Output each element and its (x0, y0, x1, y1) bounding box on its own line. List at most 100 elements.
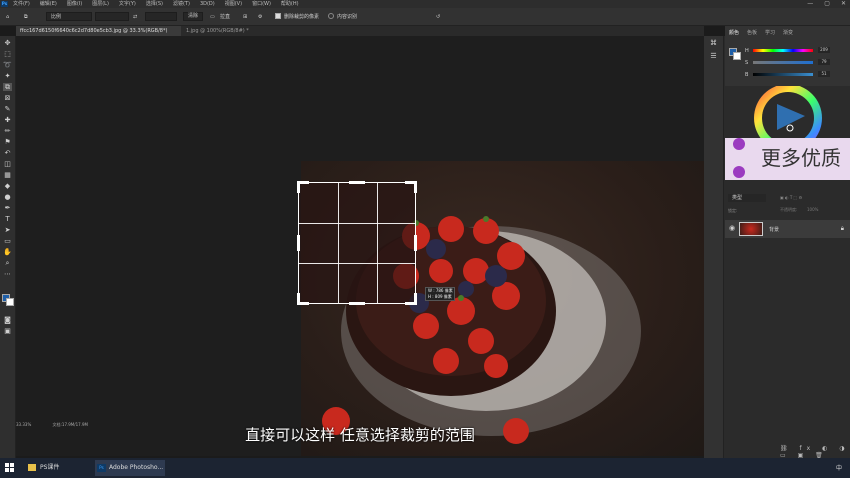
delete-cropped-checkbox[interactable] (275, 13, 281, 19)
frame-tool-icon[interactable]: ⊠ (3, 94, 12, 102)
brightness-slider[interactable] (753, 73, 813, 76)
windows-taskbar: PS课件 Ps Adobe Photosho... 中 (0, 458, 850, 478)
magic-wand-icon[interactable]: ✦ (3, 72, 12, 80)
straighten-label[interactable]: 拉直 (220, 12, 230, 22)
stamp-tool-icon[interactable]: ⚑ (3, 138, 12, 146)
close-icon[interactable]: ✕ (841, 0, 846, 8)
tab-color[interactable]: 颜色 (729, 29, 739, 36)
lasso-tool-icon[interactable]: ➰ (3, 61, 12, 69)
swap-icon[interactable]: ⇄ (133, 12, 137, 22)
shape-tool-icon[interactable]: ▭ (3, 237, 12, 245)
menu-help[interactable]: 帮助(H) (281, 0, 299, 8)
healing-brush-icon[interactable]: ✚ (3, 116, 12, 124)
tab-swatches[interactable]: 色板 (747, 29, 757, 36)
color-panel: 颜色 色板 学习 渐变 H 209 S 79 B 51 (725, 26, 850, 86)
layer-actions[interactable]: ⛓ fx ◐ ◑ ▭ ▣ 🗑︎ (780, 445, 850, 459)
maximize-icon[interactable]: ▢ (824, 0, 830, 8)
history-brush-icon[interactable]: ↶ (3, 149, 12, 157)
blur-tool-icon[interactable]: ◆ (3, 182, 12, 190)
gradient-tool-icon[interactable]: ▦ (3, 171, 12, 179)
opacity-label: 不透明度: (780, 207, 798, 212)
marquee-tool-icon[interactable]: ⬚ (3, 50, 12, 58)
layer-name[interactable]: 背景 (769, 226, 779, 233)
settings-gear-icon[interactable]: ⚙ (258, 12, 262, 22)
tab-gradients[interactable]: 渐变 (783, 29, 793, 36)
brush-tool-icon[interactable]: ✏ (3, 127, 12, 135)
path-select-icon[interactable]: ➤ (3, 226, 12, 234)
delete-cropped-label: 删除裁剪的像素 (284, 14, 320, 20)
document-canvas[interactable]: W : 786 像素 H : 809 像素 直接可以这样 任意选择裁剪的范围 (16, 36, 704, 456)
menu-window[interactable]: 窗口(W) (252, 0, 271, 8)
crop-handle-right[interactable] (414, 235, 417, 251)
layer-filter-type[interactable]: 类型 (728, 194, 766, 202)
layer-row-background[interactable]: ◉ 背景 🔒︎ (725, 220, 850, 238)
crop-box[interactable] (297, 181, 417, 305)
tab-second-document[interactable]: 1.jpg @ 100%(RGB/8#) * (182, 26, 272, 36)
crop-handle-bottom-left[interactable] (297, 293, 300, 305)
menu-type[interactable]: 文字(Y) (119, 0, 136, 8)
system-tray[interactable]: 中 (836, 463, 842, 472)
crop-handle-bottom[interactable] (349, 302, 365, 305)
more-tools-icon[interactable]: ⋯ (3, 270, 12, 278)
height-field[interactable] (145, 12, 177, 21)
grid-overlay-icon[interactable]: ⊞ (243, 12, 247, 22)
eraser-tool-icon[interactable]: ◫ (3, 160, 12, 168)
saturation-slider[interactable] (753, 61, 813, 64)
menu-filter[interactable]: 滤镜(T) (173, 0, 190, 8)
clear-button[interactable]: 清除 (183, 12, 203, 21)
menu-layer[interactable]: 图层(L) (92, 0, 109, 8)
content-aware-checkbox[interactable] (328, 13, 334, 19)
tab-active-document[interactable]: ffcc167d6150f6640c6c2d7d80e5cb3.jpg @ 33… (16, 26, 181, 36)
hand-tool-icon[interactable]: ✋ (3, 248, 12, 256)
opacity-value[interactable]: 100% (807, 207, 821, 214)
filter-icons[interactable]: ▣ ◐ T ⬚ ⚙ (780, 195, 802, 200)
menu-image[interactable]: 图像(I) (67, 0, 82, 8)
color-wheel[interactable] (725, 84, 850, 152)
properties-panel-icon[interactable]: ☰ (709, 52, 718, 60)
menu-edit[interactable]: 编辑(E) (40, 0, 57, 8)
crop-handle-top[interactable] (349, 181, 365, 184)
pen-tool-icon[interactable]: ✒ (3, 204, 12, 212)
screen-mode-icon[interactable]: ▣ (3, 327, 12, 335)
move-tool-icon[interactable]: ✥ (3, 39, 12, 47)
crop-handle-left[interactable] (297, 235, 300, 251)
crop-handle-bottom-right[interactable] (414, 293, 417, 305)
windows-start-icon[interactable] (5, 463, 14, 472)
hue-value[interactable]: 209 (818, 47, 830, 53)
menu-3d[interactable]: 3D(D) (200, 0, 215, 8)
content-aware-label: 内容识别 (337, 14, 358, 20)
menu-file[interactable]: 文件(F) (13, 0, 30, 8)
reset-icon[interactable]: ↺ (436, 12, 440, 22)
ratio-select[interactable]: 比例 (46, 12, 92, 21)
taskbar-item-folder[interactable]: PS课件 (26, 460, 88, 476)
type-tool-icon[interactable]: T (3, 215, 12, 223)
width-field[interactable] (95, 12, 129, 21)
background-color-swatch[interactable] (733, 52, 741, 60)
ime-indicator[interactable]: 中 (836, 465, 842, 472)
hue-slider[interactable] (753, 49, 813, 52)
brightness-value[interactable]: 51 (818, 71, 830, 77)
minimize-icon[interactable]: — (807, 0, 813, 8)
eyedropper-icon[interactable]: ✎ (3, 105, 12, 113)
taskbar-item-photoshop[interactable]: Ps Adobe Photosho... (95, 460, 165, 476)
zoom-level[interactable]: 33.33% (16, 422, 31, 427)
photoshop-logo: Ps (1, 1, 8, 7)
crop-handle-top-left[interactable] (297, 181, 300, 193)
history-panel-icon[interactable]: ⌘ (709, 39, 718, 47)
quick-mask-icon[interactable]: ◙ (3, 316, 12, 324)
tab-learn[interactable]: 学习 (765, 29, 775, 36)
background-color-swatch[interactable] (6, 298, 14, 306)
straighten-icon[interactable]: ▭ (210, 12, 215, 22)
menu-view[interactable]: 视图(V) (225, 0, 242, 8)
promo-overlay: 更多优质 (725, 138, 850, 180)
dodge-tool-icon[interactable]: ● (3, 193, 12, 201)
zoom-tool-icon[interactable]: ⌕ (3, 259, 12, 267)
menu-select[interactable]: 选择(S) (146, 0, 163, 8)
document-size: 文档:17.9M/17.9M (52, 422, 88, 427)
home-icon[interactable]: ⌂ (6, 12, 9, 22)
saturation-value[interactable]: 79 (818, 59, 830, 65)
crop-tool-icon[interactable]: ⧉ (24, 12, 28, 22)
crop-tool-icon[interactable]: ⧉ (3, 83, 12, 91)
crop-handle-top-right[interactable] (414, 181, 417, 193)
visibility-eye-icon[interactable]: ◉ (729, 224, 735, 232)
